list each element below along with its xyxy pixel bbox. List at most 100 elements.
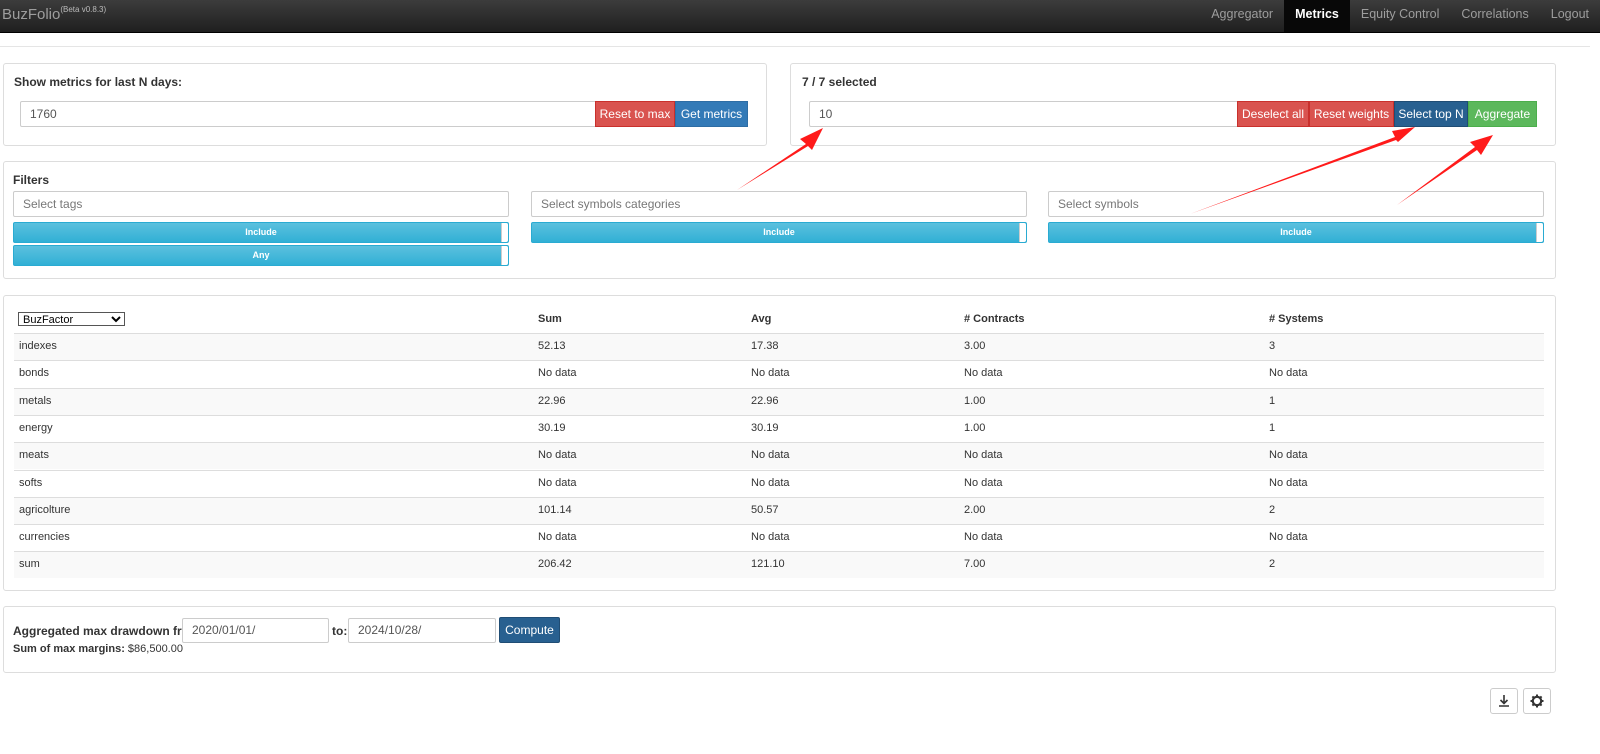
cell-category: indexes bbox=[19, 340, 57, 352]
margins-label-text: Sum of max margins: bbox=[13, 643, 125, 655]
cell-sum: 22.96 bbox=[538, 394, 566, 407]
download-icon bbox=[1499, 695, 1509, 707]
days-input[interactable]: 1760 bbox=[20, 101, 598, 127]
cell-systems: 2 bbox=[1269, 558, 1276, 571]
header-sum: Sum bbox=[538, 313, 562, 325]
top-n-input[interactable]: 10 bbox=[809, 101, 1239, 127]
cell-avg: No data bbox=[751, 449, 790, 462]
tags-any-toggle[interactable]: Any bbox=[13, 245, 509, 266]
cell-systems: 3 bbox=[1269, 340, 1276, 352]
drawdown-label: Aggregated max drawdown from: bbox=[13, 624, 204, 638]
toggle-handle[interactable] bbox=[501, 246, 508, 265]
nav-correlations[interactable]: Correlations bbox=[1450, 0, 1539, 32]
cell-systems: No data bbox=[1269, 367, 1308, 380]
cell-avg: 22.96 bbox=[751, 394, 779, 407]
cell-systems: No data bbox=[1269, 531, 1308, 544]
table-row: indexes 52.13 17.38 3.00 3 bbox=[14, 333, 1544, 360]
brand[interactable]: BuzFolio(Beta v0.8.3) bbox=[2, 5, 107, 23]
table-row: sum 206.42 121.10 7.00 2 bbox=[14, 551, 1544, 579]
table-row: meats No data No data No data No data bbox=[14, 442, 1544, 470]
nav-menu: Aggregator Metrics Equity Control Correl… bbox=[1200, 0, 1600, 32]
cell-sum: No data bbox=[538, 476, 577, 489]
header-contracts: # Contracts bbox=[964, 313, 1025, 325]
cell-systems: 1 bbox=[1269, 394, 1276, 407]
cell-avg: 17.38 bbox=[751, 340, 779, 352]
aggregate-button[interactable]: Aggregate bbox=[1468, 101, 1537, 127]
categories-include-label: Include bbox=[763, 227, 795, 237]
table-row: agricolture 101.14 50.57 2.00 2 bbox=[14, 496, 1544, 524]
tags-select[interactable]: Select tags bbox=[13, 191, 509, 217]
brand-version: (Beta v0.8.3) bbox=[60, 5, 107, 14]
cell-category: agricolture bbox=[19, 503, 71, 516]
cell-systems: No data bbox=[1269, 476, 1308, 489]
toggle-handle[interactable] bbox=[1019, 223, 1026, 242]
nav-logout[interactable]: Logout bbox=[1540, 0, 1600, 32]
table-row: softs No data No data No data No data bbox=[14, 469, 1544, 497]
settings-button[interactable] bbox=[1523, 688, 1551, 714]
cell-systems: No data bbox=[1269, 449, 1308, 462]
toggle-handle[interactable] bbox=[501, 223, 508, 242]
nav-aggregator[interactable]: Aggregator bbox=[1200, 0, 1284, 32]
margins-label: Sum of max margins: $86,500.00 bbox=[13, 643, 183, 655]
cell-sum: 101.14 bbox=[538, 503, 572, 516]
cell-contracts: No data bbox=[964, 476, 1003, 489]
deselect-all-button[interactable]: Deselect all bbox=[1237, 101, 1309, 127]
gear-icon bbox=[1530, 694, 1544, 708]
cell-avg: 50.57 bbox=[751, 503, 779, 516]
nav-equity-control[interactable]: Equity Control bbox=[1350, 0, 1451, 32]
get-metrics-button[interactable]: Get metrics bbox=[675, 101, 748, 127]
cell-sum: No data bbox=[538, 531, 577, 544]
reset-to-max-button[interactable]: Reset to max bbox=[595, 101, 675, 127]
header-avg: Avg bbox=[751, 313, 772, 325]
cell-avg: No data bbox=[751, 367, 790, 380]
cell-contracts: No data bbox=[964, 367, 1003, 380]
days-label: Show metrics for last N days: bbox=[14, 75, 183, 89]
cell-category: metals bbox=[19, 394, 52, 407]
select-top-n-button[interactable]: Select top N bbox=[1394, 101, 1468, 127]
compute-button[interactable]: Compute bbox=[499, 617, 560, 643]
cell-category: currencies bbox=[19, 531, 70, 544]
cell-avg: No data bbox=[751, 531, 790, 544]
table-row: metals 22.96 22.96 1.00 1 bbox=[14, 387, 1544, 415]
symbols-include-toggle[interactable]: Include bbox=[1048, 222, 1544, 243]
nav-metrics[interactable]: Metrics bbox=[1284, 0, 1350, 32]
drawdown-to-input[interactable]: 2024/10/28/ bbox=[348, 618, 496, 643]
table-row: energy 30.19 30.19 1.00 1 bbox=[14, 414, 1544, 442]
cell-sum: No data bbox=[538, 449, 577, 462]
cell-contracts: 1.00 bbox=[964, 421, 986, 434]
toggle-handle[interactable] bbox=[1536, 223, 1543, 242]
cut-off-table-header bbox=[0, 733, 1600, 754]
download-button[interactable] bbox=[1490, 688, 1518, 714]
cell-sum: 52.13 bbox=[538, 340, 566, 352]
cell-avg: 121.10 bbox=[751, 558, 785, 571]
cell-category: energy bbox=[19, 421, 53, 434]
tags-include-toggle[interactable]: Include bbox=[13, 222, 509, 243]
cell-category: bonds bbox=[19, 367, 49, 380]
table-row: bonds No data No data No data No data bbox=[14, 360, 1544, 387]
selected-count-label: 7 / 7 selected bbox=[802, 75, 877, 89]
drawdown-from-input[interactable]: 2020/01/01/ bbox=[182, 618, 329, 643]
cell-sum: 30.19 bbox=[538, 421, 566, 434]
categories-select[interactable]: Select symbols categories bbox=[531, 191, 1027, 217]
cell-contracts: No data bbox=[964, 531, 1003, 544]
cell-category: softs bbox=[19, 476, 43, 489]
margins-value: $86,500.00 bbox=[127, 643, 183, 655]
categories-include-toggle[interactable]: Include bbox=[531, 222, 1027, 243]
divider bbox=[0, 46, 1590, 47]
cell-sum: No data bbox=[538, 367, 577, 380]
table-row: currencies No data No data No data No data bbox=[14, 524, 1544, 551]
drawdown-to-label: to: bbox=[332, 624, 348, 638]
tags-include-label: Include bbox=[245, 227, 277, 237]
filters-title: Filters bbox=[13, 173, 50, 187]
metric-select[interactable]: BuzFactor bbox=[18, 312, 125, 326]
cell-avg: No data bbox=[751, 476, 790, 489]
cell-avg: 30.19 bbox=[751, 421, 779, 434]
reset-weights-button[interactable]: Reset weights bbox=[1309, 101, 1394, 127]
cell-systems: 2 bbox=[1269, 503, 1276, 516]
symbols-select[interactable]: Select symbols bbox=[1048, 191, 1544, 217]
cell-contracts: 1.00 bbox=[964, 394, 986, 407]
cell-category: sum bbox=[19, 558, 40, 571]
cell-systems: 1 bbox=[1269, 421, 1276, 434]
cell-contracts: 3.00 bbox=[964, 340, 986, 352]
cell-contracts: No data bbox=[964, 449, 1003, 462]
